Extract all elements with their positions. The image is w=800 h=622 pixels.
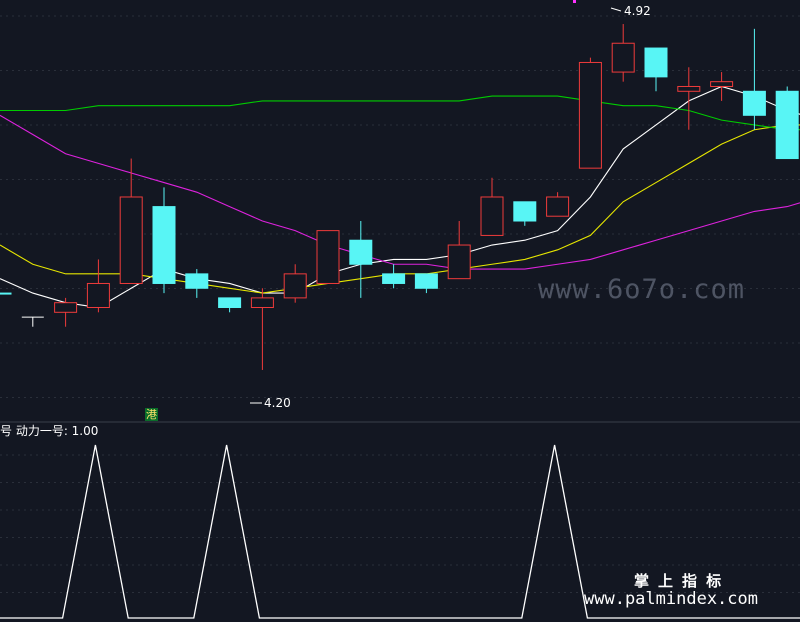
low-label: 4.20 [264,396,291,410]
candle-body [742,90,766,116]
candle-body [578,61,602,169]
candle-body [316,230,340,284]
chart-stage: 4.92 4.20 港 号 动力一号: 1.00 www.6o7o.com 掌 … [0,0,800,622]
candle-body [611,42,635,73]
candle-body [382,273,406,284]
candle-body [480,196,504,236]
high-arrow [610,7,622,12]
candle-body [775,90,799,160]
candles [0,24,799,370]
high-label: 4.92 [624,4,651,18]
candle-body [86,282,110,308]
candle-body [349,239,373,265]
candle-body [250,297,274,308]
candle-body [447,244,471,280]
candle-body [283,273,307,299]
indicator-label: 号 动力一号: 1.00 [0,424,99,438]
candle-body [546,196,570,217]
candle-body [119,196,143,284]
watermark-bottom-url: www.palmindex.com [584,589,758,609]
candle-body [513,201,537,222]
candle-body [677,85,701,92]
market-tag: 港 [145,408,158,421]
candle-body [414,273,438,289]
candle-body [185,273,209,289]
signal-dot [573,0,576,3]
candle-body [54,302,78,313]
candlestick-chart [0,0,800,619]
watermark-bottom-cn: 掌 上 指 标 [634,572,722,590]
candle-body [710,81,734,87]
candle-body [218,297,242,308]
candle-body [644,47,668,78]
watermark-top: www.6o7o.com [538,274,746,305]
candle-body [152,206,176,284]
candle-body [0,292,12,295]
